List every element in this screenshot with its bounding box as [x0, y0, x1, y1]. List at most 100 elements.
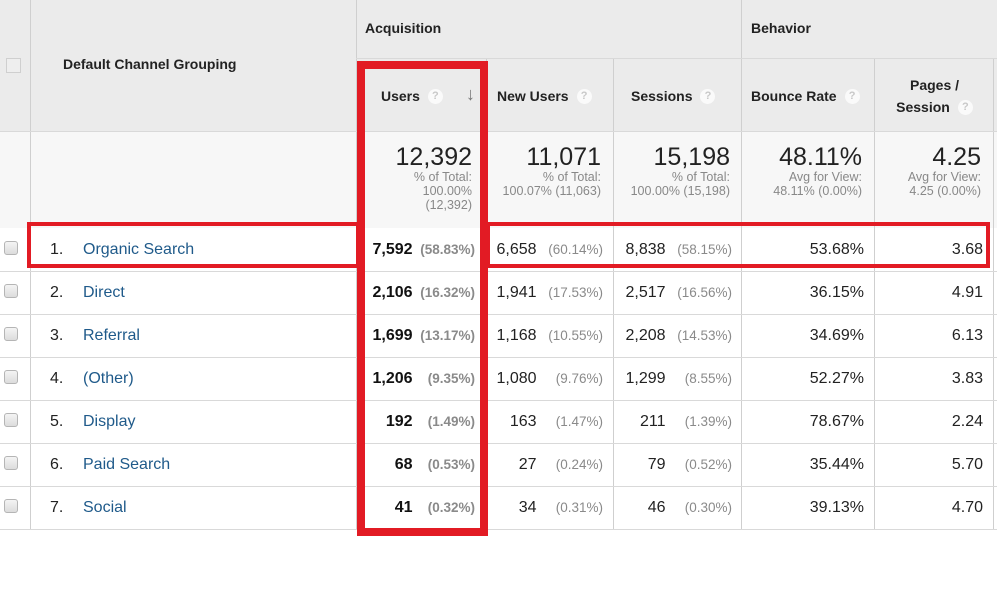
- sessions-value: 2,208: [625, 327, 666, 344]
- help-icon[interactable]: ?: [427, 89, 443, 105]
- users-cell: 68 (0.53%): [358, 455, 475, 475]
- pages-session-cell: 6.13: [951, 327, 983, 344]
- new-users-percent: (0.31%): [555, 500, 603, 515]
- column-header-users[interactable]: Users?: [381, 88, 443, 106]
- bounce-rate-cell: 78.67%: [809, 413, 864, 430]
- channel-link[interactable]: Social: [83, 498, 127, 518]
- users-cell: 192 (1.49%): [358, 412, 475, 432]
- behavior-group-header: Behavior: [751, 20, 811, 36]
- users-value: 68: [394, 456, 413, 473]
- row-checkbox[interactable]: [4, 370, 18, 384]
- users-percent: (16.32%): [420, 285, 475, 300]
- channel-link[interactable]: Organic Search: [83, 240, 194, 260]
- new-users-cell: 6,658 (60.14%): [488, 240, 604, 260]
- table-row: 1. Organic Search 7,592 (58.83%) 6,658 (…: [0, 228, 997, 272]
- new-users-cell: 1,941 (17.53%): [488, 283, 604, 303]
- sessions-percent: (1.39%): [684, 414, 732, 429]
- users-cell: 41 (0.32%): [358, 498, 475, 518]
- sessions-cell: 1,299 (8.55%): [615, 369, 733, 389]
- row-checkbox[interactable]: [4, 241, 18, 255]
- channel-link[interactable]: (Other): [83, 369, 134, 389]
- sessions-percent: (58.15%): [677, 242, 732, 257]
- sessions-cell: 46 (0.30%): [615, 498, 732, 518]
- total-users-sub3: (12,392): [425, 198, 472, 212]
- new-users-value: 27: [518, 456, 537, 473]
- bounce-rate-cell: 53.68%: [809, 241, 864, 258]
- channel-link[interactable]: Display: [83, 412, 135, 432]
- new-users-percent: (9.76%): [555, 371, 603, 386]
- sessions-cell: 2,208 (14.53%): [615, 326, 733, 346]
- row-checkbox[interactable]: [4, 327, 18, 341]
- new-users-value: 1,941: [496, 284, 537, 301]
- sessions-value: 8,838: [625, 241, 666, 258]
- total-new-users-sub1: % of Total:: [542, 170, 601, 184]
- column-header-pages-session[interactable]: Pages / Session?: [876, 74, 993, 119]
- sessions-cell: 211 (1.39%): [615, 412, 732, 432]
- row-checkbox[interactable]: [4, 456, 18, 470]
- pages-session-cell: 4.91: [951, 284, 983, 301]
- users-cell: 7,592 (58.83%): [358, 240, 476, 260]
- bounce-rate-cell: 35.44%: [809, 456, 864, 473]
- total-new-users-value: 11,071: [526, 143, 601, 171]
- users-percent: (58.83%): [420, 242, 475, 257]
- column-header-bounce-rate[interactable]: Bounce Rate?: [751, 88, 860, 106]
- new-users-cell: 1,080 (9.76%): [488, 369, 604, 389]
- pages-session-cell: 5.70: [951, 456, 983, 473]
- sessions-value: 79: [647, 456, 666, 473]
- pages-session-cell: 3.68: [951, 241, 983, 258]
- new-users-cell: 1,168 (10.55%): [488, 326, 604, 346]
- table-row: 7. Social 41 (0.32%) 34 (0.31%) 46 (0.30…: [0, 486, 997, 530]
- new-users-percent: (1.47%): [555, 414, 603, 429]
- total-users-value: 12,392: [395, 143, 472, 171]
- sessions-percent: (0.30%): [684, 500, 732, 515]
- row-checkbox[interactable]: [4, 499, 18, 513]
- total-sessions-value: 15,198: [653, 143, 730, 171]
- select-all-checkbox[interactable]: [6, 58, 21, 73]
- new-users-cell: 163 (1.47%): [488, 412, 603, 432]
- bounce-rate-cell: 39.13%: [809, 499, 864, 516]
- column-header-new-users[interactable]: New Users?: [497, 88, 592, 106]
- table-row: 3. Referral 1,699 (13.17%) 1,168 (10.55%…: [0, 314, 997, 358]
- help-icon[interactable]: ?: [957, 100, 973, 116]
- row-index: 3.: [50, 327, 64, 344]
- sessions-percent: (0.52%): [684, 457, 732, 472]
- dimension-header[interactable]: Default Channel Grouping: [63, 56, 236, 72]
- sessions-value: 211: [640, 413, 666, 430]
- total-users-sub2: 100.00%: [422, 184, 472, 198]
- total-users-sub1: % of Total:: [413, 170, 472, 184]
- new-users-percent: (17.53%): [548, 285, 603, 300]
- users-percent: (0.32%): [427, 500, 475, 515]
- pages-session-header-line1: Pages /: [909, 77, 960, 93]
- total-sessions-sub2: 100.00% (15,198): [630, 184, 730, 198]
- users-value: 41: [394, 499, 413, 516]
- total-bounce-rate: 48.11% Avg for View: 48.11% (0.00%): [743, 144, 862, 198]
- sort-descending-icon[interactable]: ↓: [466, 84, 475, 105]
- row-index: 1.: [50, 241, 64, 258]
- help-icon[interactable]: ?: [576, 89, 592, 105]
- table-row: 5. Display 192 (1.49%) 163 (1.47%) 211 (…: [0, 400, 997, 444]
- sessions-percent: (16.56%): [677, 285, 732, 300]
- sessions-value: 2,517: [625, 284, 666, 301]
- row-checkbox[interactable]: [4, 413, 18, 427]
- sessions-value: 46: [647, 499, 666, 516]
- total-sessions: 15,198 % of Total: 100.00% (15,198): [615, 144, 730, 198]
- row-checkbox[interactable]: [4, 284, 18, 298]
- new-users-percent: (0.24%): [555, 457, 603, 472]
- users-cell: 1,206 (9.35%): [358, 369, 476, 389]
- row-index: 5.: [50, 413, 64, 430]
- help-icon[interactable]: ?: [700, 89, 716, 105]
- help-icon[interactable]: ?: [844, 89, 860, 105]
- column-header-sessions[interactable]: Sessions?: [631, 88, 716, 106]
- channel-link[interactable]: Paid Search: [83, 455, 170, 475]
- row-index: 4.: [50, 370, 64, 387]
- channel-link[interactable]: Direct: [83, 283, 125, 303]
- pages-session-cell: 4.70: [951, 499, 983, 516]
- row-divider: [0, 529, 997, 530]
- total-pages-session-sub2: 4.25 (0.00%): [909, 184, 981, 198]
- total-sessions-sub1: % of Total:: [671, 170, 730, 184]
- sessions-percent: (14.53%): [677, 328, 732, 343]
- total-pages-session: 4.25 Avg for View: 4.25 (0.00%): [876, 144, 981, 198]
- new-users-cell: 34 (0.31%): [488, 498, 603, 518]
- new-users-percent: (10.55%): [548, 328, 603, 343]
- channel-link[interactable]: Referral: [83, 326, 140, 346]
